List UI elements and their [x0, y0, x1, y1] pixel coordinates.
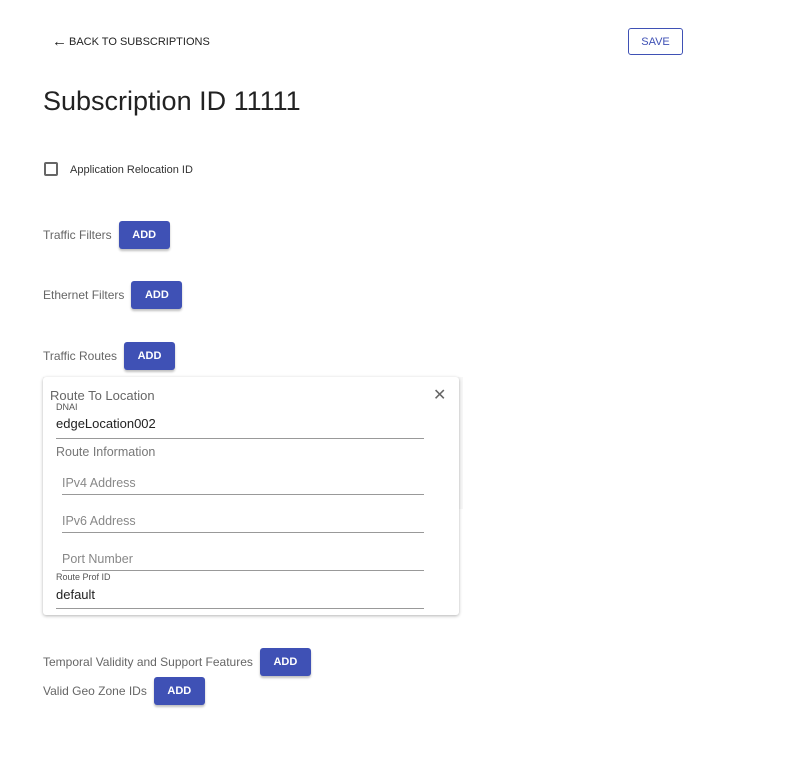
dnai-label: DNAI — [56, 402, 78, 412]
add-traffic-route-button[interactable]: ADD — [124, 342, 176, 370]
back-label: BACK TO SUBSCRIPTIONS — [69, 35, 210, 48]
route-info-label: Route Information — [56, 445, 156, 459]
route-to-location-card: Route To Location ✕ DNAI edgeLocation002… — [43, 377, 459, 615]
route-prof-input[interactable]: default — [56, 586, 424, 609]
ipv6-input[interactable]: IPv6 Address — [62, 512, 424, 533]
traffic-filters-label: Traffic Filters — [43, 228, 112, 242]
geo-zone-row: Valid Geo Zone IDs ADD — [43, 677, 205, 705]
route-prof-label: Route Prof ID — [56, 572, 111, 582]
dnai-input[interactable]: edgeLocation002 — [56, 415, 424, 439]
traffic-filters-row: Traffic Filters ADD — [43, 221, 170, 249]
temporal-row: Temporal Validity and Support Features A… — [43, 648, 311, 676]
add-traffic-filter-button[interactable]: ADD — [118, 221, 170, 249]
ipv6-placeholder: IPv6 Address — [62, 514, 136, 528]
close-icon[interactable]: ✕ — [433, 385, 446, 405]
app-relocation-label: Application Relocation ID — [70, 164, 193, 176]
save-button[interactable]: SAVE — [628, 28, 683, 55]
traffic-routes-label: Traffic Routes — [43, 349, 118, 363]
temporal-label: Temporal Validity and Support Features — [43, 655, 253, 669]
app-relocation-checkbox[interactable] — [44, 162, 58, 176]
add-ethernet-filter-button[interactable]: ADD — [131, 281, 183, 309]
card-title: Route To Location — [50, 388, 155, 403]
dnai-value: edgeLocation002 — [56, 416, 156, 431]
ethernet-filters-label: Ethernet Filters — [43, 288, 125, 302]
page-title: Subscription ID 11111 — [43, 86, 301, 116]
ipv4-input[interactable]: IPv4 Address — [62, 474, 424, 495]
ipv4-placeholder: IPv4 Address — [62, 476, 136, 490]
add-geo-zone-button[interactable]: ADD — [153, 677, 205, 705]
port-input[interactable]: Port Number — [62, 550, 424, 571]
ethernet-filters-row: Ethernet Filters ADD — [43, 281, 183, 309]
geo-zone-label: Valid Geo Zone IDs — [43, 684, 147, 698]
arrow-left-icon: ← — [52, 33, 67, 50]
route-prof-value: default — [56, 587, 96, 602]
traffic-routes-row: Traffic Routes ADD — [43, 342, 176, 370]
add-temporal-button[interactable]: ADD — [259, 648, 311, 676]
port-placeholder: Port Number — [62, 552, 133, 566]
back-to-subscriptions-link[interactable]: ← BACK TO SUBSCRIPTIONS — [52, 33, 210, 50]
